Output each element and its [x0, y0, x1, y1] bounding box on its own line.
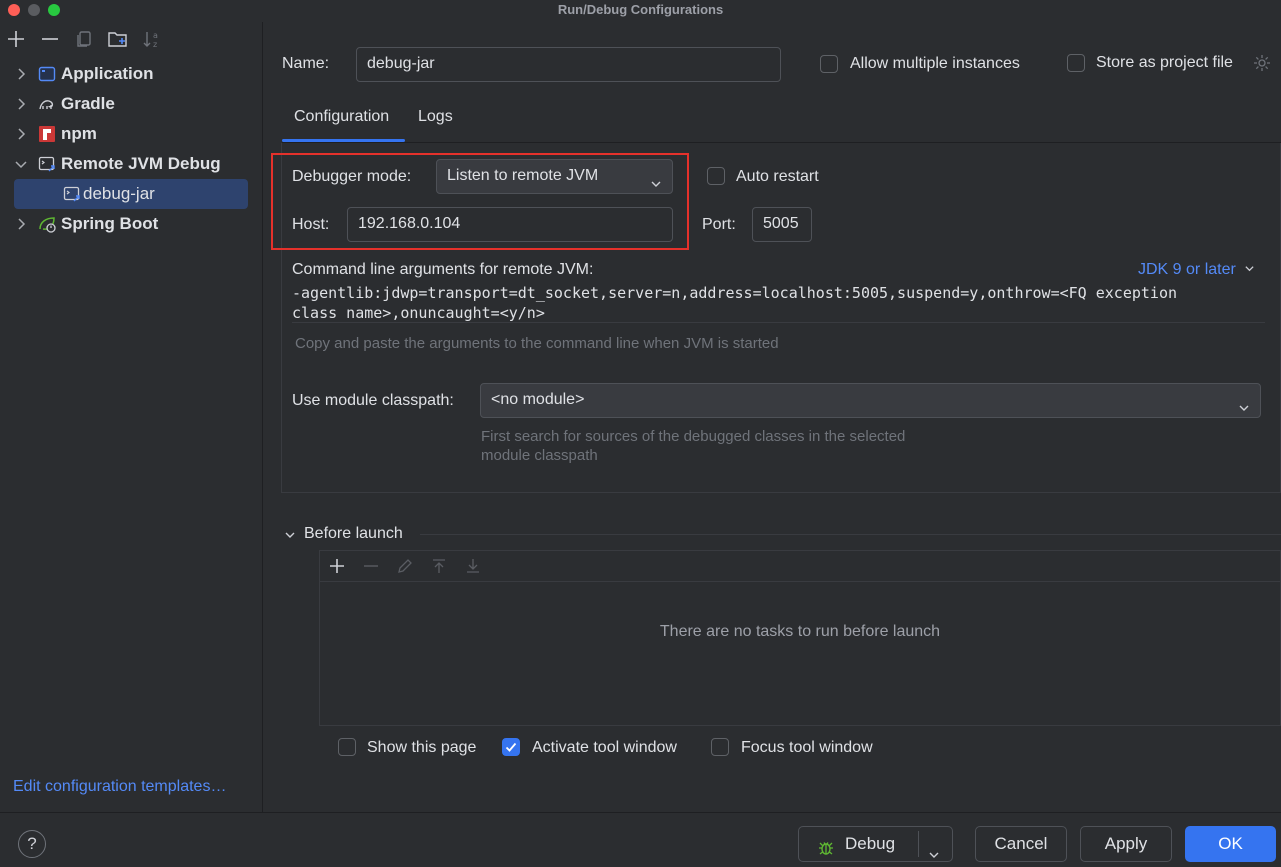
checkmark-icon: [505, 742, 517, 752]
gear-icon[interactable]: [1252, 53, 1272, 73]
store-project-checkbox[interactable]: [1067, 54, 1085, 72]
focus-tool-window-label: Focus tool window: [741, 739, 873, 756]
activate-tool-window-checkbox[interactable]: [502, 738, 520, 756]
activate-tool-window-label: Activate tool window: [532, 739, 677, 756]
module-hint-line-2: module classpath: [481, 447, 598, 464]
tree-item-spring-boot[interactable]: Spring Boot: [0, 209, 263, 239]
tree-item-npm[interactable]: npm: [0, 119, 263, 149]
cmd-args-line-2: class name>,onuncaught=<y/n>: [292, 304, 545, 322]
tree-item-remote-jvm-debug[interactable]: Remote JVM Debug: [0, 149, 263, 179]
port-input[interactable]: 5005: [752, 207, 812, 242]
cancel-button[interactable]: Cancel: [975, 826, 1067, 862]
config-editor: Name: debug-jar Allow multiple instances…: [264, 22, 1281, 812]
remote-jvm-debug-icon: [38, 155, 56, 173]
chevron-down-icon[interactable]: [928, 839, 940, 858]
sidebar-toolbar: az: [0, 22, 263, 56]
svg-text:z: z: [153, 40, 157, 49]
chevron-down-icon: [1238, 394, 1250, 411]
svg-text:a: a: [153, 31, 158, 40]
application-icon: [38, 65, 56, 83]
window-title: Run/Debug Configurations: [557, 2, 724, 17]
cmd-args-text[interactable]: -agentlib:jdwp=transport=dt_socket,serve…: [292, 283, 1265, 323]
add-icon[interactable]: [5, 28, 27, 50]
debug-button[interactable]: Debug: [798, 826, 953, 862]
remove-icon[interactable]: [361, 556, 381, 576]
move-down-icon[interactable]: [463, 556, 483, 576]
jdk-version-link[interactable]: JDK 9 or later: [1138, 261, 1255, 279]
debugger-mode-label: Debugger mode:: [292, 168, 412, 185]
port-label: Port:: [702, 216, 736, 233]
module-classpath-value: <no module>: [491, 391, 585, 408]
store-project-label: Store as project file: [1096, 54, 1233, 71]
copy-icon[interactable]: [73, 28, 95, 50]
new-folder-icon[interactable]: [107, 28, 129, 50]
host-input[interactable]: 192.168.0.104: [347, 207, 673, 242]
show-page-checkbox[interactable]: [338, 738, 356, 756]
help-button[interactable]: ?: [18, 830, 46, 858]
empty-tasks-text: There are no tasks to run before launch: [659, 623, 941, 640]
tab-configuration[interactable]: Configuration: [294, 108, 389, 126]
before-launch-title[interactable]: Before launch: [304, 525, 403, 543]
chevron-down-icon: [650, 170, 662, 187]
chevron-right-icon[interactable]: [14, 217, 28, 231]
chevron-right-icon[interactable]: [14, 67, 28, 81]
focus-tool-window-checkbox[interactable]: [711, 738, 729, 756]
before-launch-list: There are no tasks to run before launch: [319, 550, 1281, 726]
chevron-down-icon: [1245, 266, 1254, 272]
edit-templates-link[interactable]: Edit configuration templates…: [13, 778, 226, 796]
debug-config-icon: [63, 185, 81, 203]
chevron-right-icon[interactable]: [14, 127, 28, 141]
auto-restart-checkbox[interactable]: [707, 167, 725, 185]
spring-boot-icon: [38, 215, 56, 233]
dialog-footer: ? Debug Cancel Apply OK: [0, 812, 1281, 867]
show-page-label: Show this page: [367, 739, 477, 756]
chevron-right-icon[interactable]: [14, 97, 28, 111]
add-icon[interactable]: [327, 556, 347, 576]
tree-item-application[interactable]: Application: [0, 59, 263, 89]
chevron-down-icon[interactable]: [284, 528, 296, 540]
debug-label: Debug: [845, 834, 896, 853]
tab-logs[interactable]: Logs: [418, 108, 453, 126]
tree-item-gradle[interactable]: Gradle: [0, 89, 263, 119]
cmd-args-line-1: -agentlib:jdwp=transport=dt_socket,serve…: [292, 284, 1178, 302]
module-classpath-label: Use module classpath:: [292, 392, 454, 409]
auto-restart-label: Auto restart: [736, 168, 819, 185]
cmd-args-label: Command line arguments for remote JVM:: [292, 261, 594, 278]
name-input[interactable]: debug-jar: [356, 47, 781, 82]
sidebar: az Application Gradle npm Remote JVM Deb…: [0, 22, 263, 812]
npm-icon: [38, 125, 56, 143]
host-label: Host:: [292, 216, 330, 233]
cmd-args-hint: Copy and paste the arguments to the comm…: [295, 335, 779, 352]
sort-icon[interactable]: az: [141, 28, 163, 50]
debugger-mode-select[interactable]: Listen to remote JVM: [436, 159, 673, 194]
name-label: Name:: [282, 55, 330, 72]
split-divider: [918, 831, 919, 857]
module-hint-line-1: First search for sources of the debugged…: [481, 428, 906, 445]
allow-multiple-checkbox[interactable]: [820, 55, 838, 73]
title-bar: Run/Debug Configurations: [0, 0, 1281, 22]
allow-multiple-label: Allow multiple instances: [850, 55, 1020, 72]
move-up-icon[interactable]: [429, 556, 449, 576]
before-launch-divider: [420, 534, 1281, 535]
chevron-down-icon[interactable]: [14, 157, 28, 171]
debugger-mode-value: Listen to remote JVM: [447, 167, 599, 184]
gradle-icon: [38, 95, 56, 113]
ok-button[interactable]: OK: [1185, 826, 1276, 862]
tree-item-debug-jar[interactable]: debug-jar: [0, 179, 263, 209]
before-launch-toolbar: [320, 551, 1280, 582]
active-tab-indicator: [282, 139, 405, 142]
edit-icon[interactable]: [395, 556, 415, 576]
jdk-version-value: JDK 9 or later: [1138, 261, 1236, 278]
bug-icon: [817, 835, 835, 855]
apply-button[interactable]: Apply: [1080, 826, 1172, 862]
remove-icon[interactable]: [39, 28, 61, 50]
module-classpath-select[interactable]: <no module>: [480, 383, 1261, 418]
